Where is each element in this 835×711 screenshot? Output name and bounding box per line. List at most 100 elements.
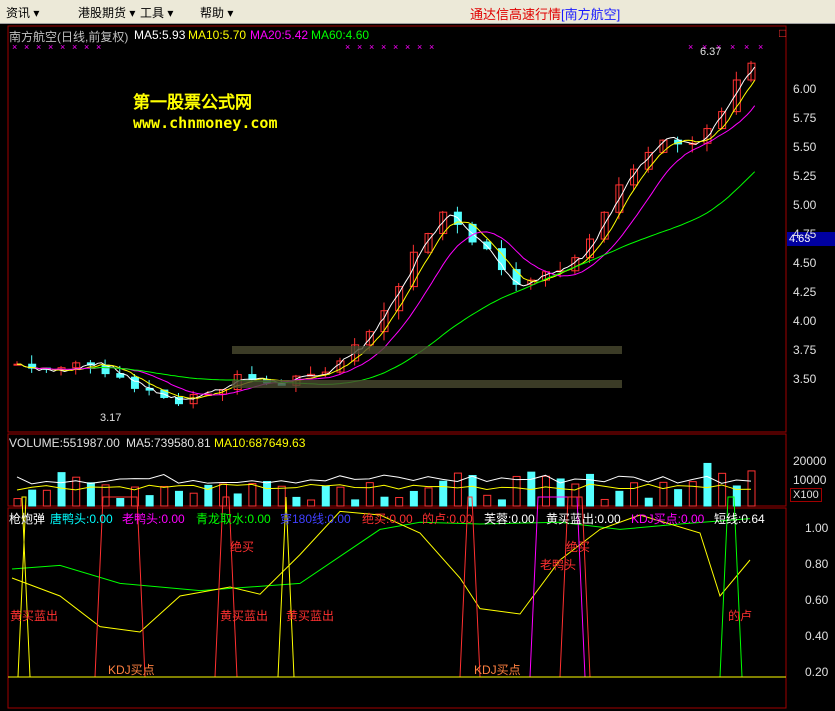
volume-bar [336, 486, 345, 507]
volume-bar [747, 470, 756, 507]
indicator-y-tick: 0.60 [805, 593, 829, 607]
indicator-label-2: 老鸭头:0.00 [122, 512, 185, 526]
volume-bar [630, 482, 639, 507]
volume-label: VOLUME:551987.00 [9, 436, 120, 450]
indicator-label-0: 枪炮弹 [9, 512, 46, 526]
menu-bar: 资讯 ▾ 港股期货 ▾ 工具 ▾ 帮助 ▾ 通达信高速行情[南方航空] [0, 0, 835, 24]
y-tick: 5.25 [793, 169, 817, 183]
y-tick: 3.75 [793, 343, 817, 357]
volume-bar [395, 497, 404, 507]
annotation-kdj-buy: KDJ买点 [474, 663, 521, 677]
volume-bar [453, 472, 462, 507]
signal-marker: × [417, 42, 422, 52]
volume-bar [439, 480, 448, 507]
annotation-yellow-buy-blue-sell: 黄买蓝出 [10, 609, 59, 623]
corner-mark[interactable]: □ [779, 26, 786, 40]
indicator-label-3: 青龙取水:0.00 [196, 512, 271, 526]
y-tick: 4.50 [793, 256, 817, 270]
indicator-label-7: 芙蓉:0.00 [484, 512, 535, 526]
annotation-absolute-buy: 绝买 [230, 540, 255, 554]
chevron-down-icon: ▾ [167, 6, 174, 20]
indicator-panel-border [7, 507, 787, 709]
volume-bar [586, 473, 595, 507]
indicator-label-9: KDJ买点:0.00 [631, 512, 705, 526]
y-tick: 3.50 [793, 372, 817, 386]
menu-info[interactable]: 资讯 ▾ [6, 4, 39, 21]
main-chart: × × × × × × × × × × × × × × × × × × × × × × [12, 42, 763, 409]
volume-bar [277, 485, 286, 507]
indicator-y-tick: 0.20 [805, 665, 829, 679]
volume-bar [615, 490, 624, 507]
support-band [232, 346, 622, 354]
volume-bar [659, 481, 668, 507]
volume-ma10-label: MA10:687649.63 [214, 436, 306, 450]
watermark-url: www.chnmoney.com [133, 114, 278, 132]
signal-marker: × [758, 42, 763, 52]
menu-help[interactable]: 帮助 ▾ [200, 4, 233, 21]
y-tick: 5.00 [793, 198, 817, 212]
annotation-old-duck-head: 老鸭头 [540, 558, 577, 572]
signal-marker: × [369, 42, 374, 52]
signal-marker: × [393, 42, 398, 52]
volume-bar [13, 498, 22, 507]
indicator-label-4: 穿180线:0.00 [280, 512, 351, 526]
volume-unit: X100 [790, 488, 822, 502]
menu-tools[interactable]: 工具 ▾ [140, 4, 173, 21]
volume-bar [57, 472, 66, 507]
chart-canvas: × × × × × × × × × × × × × × × × × × × × × × [7, 25, 787, 709]
volume-bar [233, 493, 242, 507]
chevron-down-icon: ▾ [33, 6, 40, 20]
indicator-y-tick: 0.40 [805, 629, 829, 643]
volume-bar [28, 489, 37, 507]
signal-marker: × [429, 42, 434, 52]
volume-bar [42, 489, 51, 507]
high-price-label: 6.37 [700, 46, 722, 58]
menu-hk-futures[interactable]: 港股期货 ▾ [78, 4, 135, 21]
volume-bar [365, 482, 374, 507]
volume-bar [248, 483, 257, 507]
chevron-down-icon: ▾ [227, 6, 234, 20]
volume-bar [380, 496, 389, 507]
signal-marker: × [357, 42, 362, 52]
ma60-label: MA60:4.60 [311, 28, 370, 42]
main-stock-label: 南方航空(日线,前复权) [9, 30, 129, 44]
low-price-label: 3.17 [100, 412, 122, 424]
ma5-label: MA5:5.93 [134, 28, 186, 42]
candle-body [483, 241, 492, 250]
annotation-dilu: 的卢 [728, 609, 753, 623]
y-tick: 4.00 [793, 314, 817, 328]
indicator-y-tick: 0.80 [805, 557, 829, 571]
volume-bar [263, 480, 272, 507]
volume-y-tick: 20000 [793, 454, 827, 468]
support-band [232, 380, 622, 388]
watermark-title: 第一股票公式网 [133, 93, 252, 113]
ma20-label: MA20:5.42 [250, 28, 309, 42]
window-title: 通达信高速行情[南方航空] [470, 7, 621, 22]
indicator-label-1: 唐鸭头:0.00 [50, 512, 113, 526]
volume-bar [674, 489, 683, 507]
indicator-label-6: 的卢:0.00 [422, 512, 473, 526]
indicator-label-8: 黄买蓝出:0.00 [546, 512, 621, 526]
volume-bar [703, 462, 712, 507]
annotation-absolute-buy: 绝买 [566, 540, 591, 554]
signal-marker: × [688, 42, 693, 52]
volume-bar [644, 497, 653, 507]
volume-ma10-line [16, 483, 752, 491]
volume-ma5-label: MA5:739580.81 [126, 436, 211, 450]
volume-bar [321, 485, 330, 507]
volume-bar [424, 487, 433, 507]
volume-ma5-line [16, 474, 752, 485]
volume-bar [145, 495, 154, 507]
volume-y-tick: 10000 [793, 473, 827, 487]
volume-bar [292, 496, 301, 507]
annotation-kdj-buy: KDJ买点 [108, 663, 155, 677]
signal-marker: × [345, 42, 350, 52]
volume-bar [409, 490, 418, 507]
y-tick: 4.25 [793, 285, 817, 299]
signal-marker: × [381, 42, 386, 52]
volume-bar [174, 490, 183, 507]
volume-bar [497, 499, 506, 507]
volume-panel-border [7, 433, 787, 507]
volume-chart [13, 462, 756, 507]
indicator-label-5: 绝买:0.00 [362, 512, 413, 526]
